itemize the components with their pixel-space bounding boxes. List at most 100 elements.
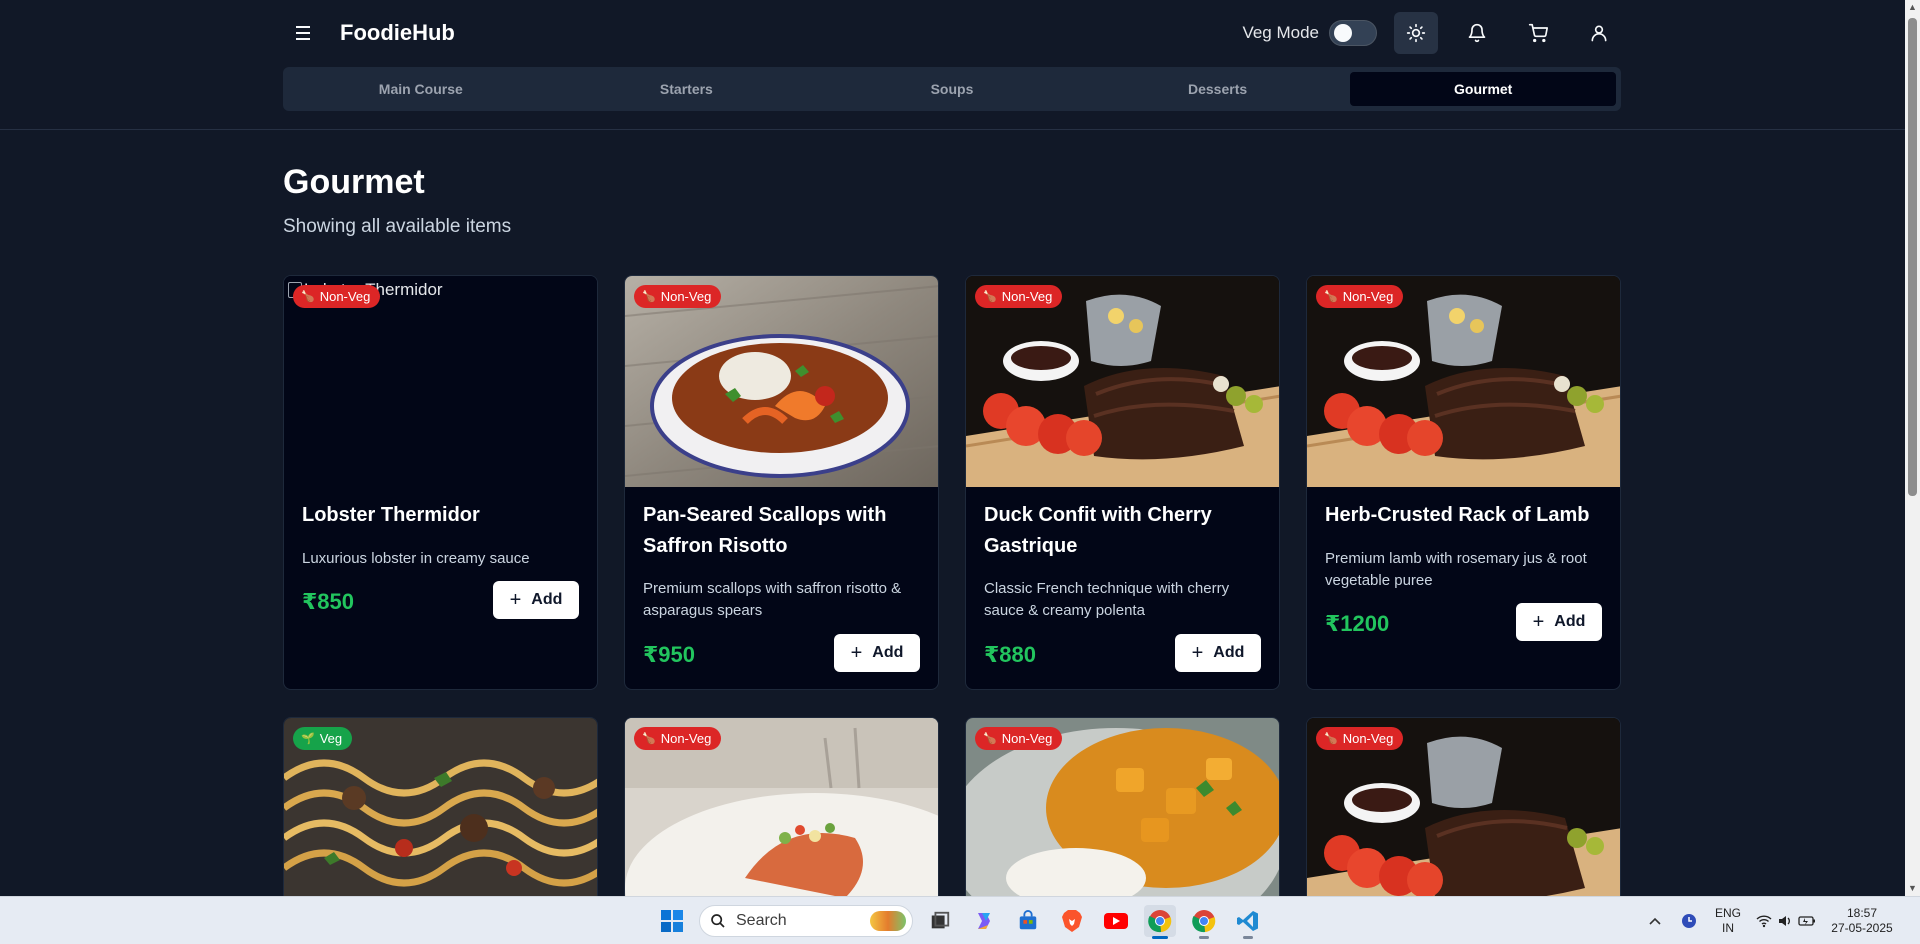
non-veg-badge: 🍗 Non-Veg [1316, 727, 1404, 750]
tab-starters[interactable]: Starters [554, 72, 820, 106]
scroll-up-arrow[interactable]: ▲ [1908, 3, 1917, 12]
store-icon [1019, 910, 1037, 930]
brave-icon [1062, 910, 1082, 932]
cart-button[interactable] [1516, 12, 1560, 54]
drumstick-icon: 🍗 [1324, 291, 1338, 303]
running-indicator [1199, 936, 1209, 939]
search-placeholder: Search [736, 912, 787, 929]
item-description: Classic French technique with cherry sau… [984, 580, 1230, 619]
item-price: ₹880 [984, 642, 1037, 667]
language-indicator[interactable]: ENG IN [1710, 906, 1746, 936]
veg-mode-label: Veg Mode [1242, 23, 1319, 42]
drumstick-icon: 🍗 [642, 291, 656, 303]
plus-icon: + [1532, 611, 1545, 633]
item-price: ₹1200 [1325, 611, 1390, 636]
tray-overflow-button[interactable] [1643, 905, 1667, 937]
network-volume-battery[interactable] [1755, 905, 1817, 937]
vscode-button[interactable] [1232, 905, 1264, 939]
menu-item-card: 🍗 Non-Veg [1306, 717, 1621, 896]
chrome-button-active[interactable] [1144, 905, 1176, 939]
task-view-button[interactable] [924, 905, 956, 937]
windows-icon [661, 910, 683, 932]
veg-badge: 🌱 Veg [293, 727, 353, 750]
scroll-down-arrow[interactable]: ▼ [1908, 884, 1917, 893]
tab-desserts[interactable]: Desserts [1085, 72, 1351, 106]
non-veg-badge: 🍗 Non-Veg [975, 285, 1063, 308]
copilot-icon [978, 913, 990, 929]
youtube-icon [1104, 913, 1128, 929]
scroll-thumb[interactable] [1908, 18, 1917, 496]
non-veg-badge: 🍗 Non-Veg [293, 285, 381, 308]
tab-gourmet[interactable]: Gourmet [1350, 72, 1616, 106]
item-description: Premium lamb with rosemary jus & root ve… [1325, 550, 1587, 589]
menu-item-card: 🍗 Non-Veg [965, 717, 1280, 896]
wifi-icon [1756, 915, 1772, 928]
item-name: Pan-Seared Scallops with Saffron Risotto [643, 504, 887, 557]
page-scrollbar[interactable]: ▲ ▼ [1905, 0, 1920, 896]
category-tabs: Main Course Starters Soups Desserts Gour… [283, 67, 1621, 111]
item-name: Duck Confit with Cherry Gastrique [984, 504, 1212, 557]
page-title: Gourmet [283, 163, 425, 201]
app-header: FoodieHub Veg Mode Main Course Starters … [0, 0, 1905, 130]
chrome-icon [1148, 910, 1172, 933]
start-button[interactable] [656, 905, 688, 937]
tab-main-course[interactable]: Main Course [288, 72, 554, 106]
item-price: ₹950 [643, 642, 696, 667]
non-veg-badge: 🍗 Non-Veg [975, 727, 1063, 750]
menu-item-card: 🍗 Non-Veg [624, 717, 939, 896]
theme-toggle-button[interactable] [1394, 12, 1438, 54]
tray-app-button[interactable] [1677, 905, 1701, 937]
bell-icon [1468, 23, 1486, 43]
clock-date[interactable]: 18:57 27-05-2025 [1824, 906, 1900, 936]
add-to-cart-button[interactable]: + Add [1516, 603, 1602, 641]
tab-soups[interactable]: Soups [819, 72, 1085, 106]
non-veg-badge: 🍗 Non-Veg [634, 727, 722, 750]
drumstick-icon: 🍗 [1324, 733, 1338, 745]
menu-item-card: 🌱 Veg [283, 717, 598, 896]
menu-item-card: 🍗 Non-Veg Duck Confit with Cherry Gastriq… [965, 275, 1280, 690]
task-view-icon [931, 911, 950, 929]
youtube-button[interactable] [1100, 905, 1132, 937]
chrome-profile-button[interactable] [1188, 905, 1220, 939]
add-to-cart-button[interactable]: + Add [1175, 634, 1261, 672]
battery-icon [1798, 916, 1815, 926]
add-to-cart-button[interactable]: + Add [834, 634, 920, 672]
menu-item-card: 🍗 Non-Veg Pan-Seared Scallops with Saffro… [624, 275, 939, 690]
search-highlight-icon [870, 911, 906, 931]
taskbar-search[interactable]: Search [699, 905, 913, 937]
windows-taskbar: Search ENG IN 18:57 27-05-2025 [0, 896, 1920, 944]
vscode-icon [1237, 911, 1258, 931]
brave-browser-button[interactable] [1056, 905, 1088, 937]
sprout-icon: 🌱 [301, 733, 315, 745]
drumstick-icon: 🍗 [301, 291, 315, 303]
item-name: Lobster Thermidor [302, 504, 480, 526]
profile-button[interactable] [1577, 12, 1621, 54]
menu-button[interactable] [283, 12, 327, 54]
notifications-button[interactable] [1455, 12, 1499, 54]
search-icon [711, 914, 725, 928]
veg-mode-toggle[interactable] [1329, 20, 1377, 46]
chevron-up-icon [1649, 917, 1661, 925]
drumstick-icon: 🍗 [983, 291, 997, 303]
volume-icon [1779, 916, 1790, 926]
add-to-cart-button[interactable]: + Add [493, 581, 579, 619]
menu-item-card: 🍗 Non-Veg Herb-Crusted Rack of Lamb Premi… [1306, 275, 1621, 690]
item-description: Premium scallops with saffron risotto & … [643, 580, 902, 619]
active-indicator [1152, 936, 1168, 939]
plus-icon: + [1191, 642, 1204, 664]
drumstick-icon: 🍗 [642, 733, 656, 745]
item-description: Luxurious lobster in creamy sauce [302, 550, 530, 567]
item-price: ₹850 [302, 589, 355, 614]
toggle-knob [1334, 24, 1352, 42]
chrome-icon [1192, 910, 1216, 933]
page-subtitle: Showing all available items [283, 216, 512, 237]
hamburger-icon [296, 26, 310, 40]
copilot-button[interactable] [968, 905, 1000, 937]
menu-item-card: Lobster Thermidor 🍗Non-Veg Lobster Therm… [283, 275, 598, 690]
top-bar: FoodieHub Veg Mode [283, 12, 1621, 54]
user-icon [1591, 25, 1607, 42]
plus-icon: + [509, 589, 522, 611]
store-button[interactable] [1012, 905, 1044, 937]
drumstick-icon: 🍗 [983, 733, 997, 745]
brand-logo[interactable]: FoodieHub [340, 20, 455, 46]
